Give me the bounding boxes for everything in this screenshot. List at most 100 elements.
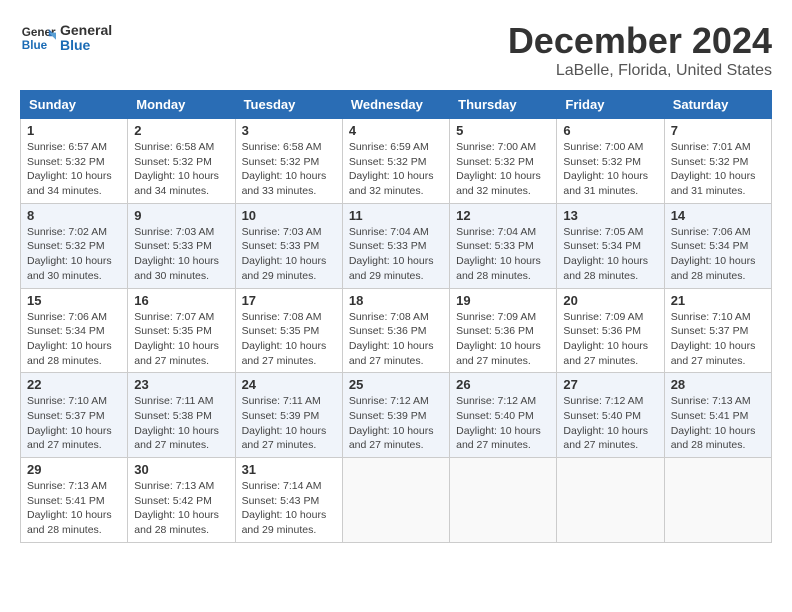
day-number: 13 <box>563 208 657 223</box>
calendar-cell: 29 Sunrise: 7:13 AMSunset: 5:41 PMDayligh… <box>21 458 128 543</box>
day-number: 10 <box>242 208 336 223</box>
calendar-cell: 7 Sunrise: 7:01 AMSunset: 5:32 PMDaylight… <box>664 119 771 204</box>
calendar-cell: 24 Sunrise: 7:11 AMSunset: 5:39 PMDayligh… <box>235 373 342 458</box>
location-title: LaBelle, Florida, United States <box>508 62 772 80</box>
day-info: Sunrise: 7:08 AMSunset: 5:36 PMDaylight:… <box>349 310 443 369</box>
day-info: Sunrise: 7:09 AMSunset: 5:36 PMDaylight:… <box>563 310 657 369</box>
calendar-cell: 9 Sunrise: 7:03 AMSunset: 5:33 PMDaylight… <box>128 203 235 288</box>
svg-text:Blue: Blue <box>22 39 48 52</box>
logo-line2: Blue <box>60 38 112 53</box>
day-number: 16 <box>134 293 228 308</box>
day-number: 31 <box>242 462 336 477</box>
day-number: 8 <box>27 208 121 223</box>
day-info: Sunrise: 7:00 AMSunset: 5:32 PMDaylight:… <box>456 140 550 199</box>
day-number: 20 <box>563 293 657 308</box>
calendar-cell: 3 Sunrise: 6:58 AMSunset: 5:32 PMDaylight… <box>235 119 342 204</box>
day-header-wednesday: Wednesday <box>342 91 449 119</box>
calendar-cell: 1Sunrise: 6:57 AMSunset: 5:32 PMDaylight… <box>21 119 128 204</box>
day-number: 29 <box>27 462 121 477</box>
day-info: Sunrise: 7:10 AMSunset: 5:37 PMDaylight:… <box>671 310 765 369</box>
day-number: 24 <box>242 377 336 392</box>
calendar-cell: 2Sunrise: 6:58 AMSunset: 5:32 PMDaylight… <box>128 119 235 204</box>
header: General Blue General Blue December 2024 … <box>20 20 772 80</box>
day-info: Sunrise: 7:14 AMSunset: 5:43 PMDaylight:… <box>242 479 336 538</box>
day-info: Sunrise: 7:04 AMSunset: 5:33 PMDaylight:… <box>349 225 443 284</box>
title-area: December 2024 LaBelle, Florida, United S… <box>508 20 772 80</box>
calendar-cell: 26 Sunrise: 7:12 AMSunset: 5:40 PMDayligh… <box>450 373 557 458</box>
calendar-cell <box>557 458 664 543</box>
calendar-cell: 31 Sunrise: 7:14 AMSunset: 5:43 PMDayligh… <box>235 458 342 543</box>
day-info: Sunrise: 7:10 AMSunset: 5:37 PMDaylight:… <box>27 394 121 453</box>
day-number: 7 <box>671 123 765 138</box>
day-info: Sunrise: 7:12 AMSunset: 5:40 PMDaylight:… <box>563 394 657 453</box>
day-info: Sunrise: 6:58 AMSunset: 5:32 PMDaylight:… <box>242 140 336 199</box>
day-header-tuesday: Tuesday <box>235 91 342 119</box>
calendar-cell: 16 Sunrise: 7:07 AMSunset: 5:35 PMDayligh… <box>128 288 235 373</box>
day-info: Sunrise: 7:05 AMSunset: 5:34 PMDaylight:… <box>563 225 657 284</box>
day-number: 11 <box>349 208 443 223</box>
calendar-cell: 6 Sunrise: 7:00 AMSunset: 5:32 PMDaylight… <box>557 119 664 204</box>
calendar-cell: 11 Sunrise: 7:04 AMSunset: 5:33 PMDayligh… <box>342 203 449 288</box>
day-info: Sunrise: 7:06 AMSunset: 5:34 PMDaylight:… <box>27 310 121 369</box>
calendar-cell: 21 Sunrise: 7:10 AMSunset: 5:37 PMDayligh… <box>664 288 771 373</box>
day-info: Sunrise: 7:13 AMSunset: 5:41 PMDaylight:… <box>671 394 765 453</box>
day-number: 18 <box>349 293 443 308</box>
day-number: 28 <box>671 377 765 392</box>
day-number: 19 <box>456 293 550 308</box>
day-number: 6 <box>563 123 657 138</box>
day-number: 15 <box>27 293 121 308</box>
calendar-cell <box>450 458 557 543</box>
day-header-saturday: Saturday <box>664 91 771 119</box>
day-info: Sunrise: 7:01 AMSunset: 5:32 PMDaylight:… <box>671 140 765 199</box>
day-number: 9 <box>134 208 228 223</box>
day-header-thursday: Thursday <box>450 91 557 119</box>
calendar-cell: 27Sunrise: 7:12 AMSunset: 5:40 PMDayligh… <box>557 373 664 458</box>
calendar-cell: 4 Sunrise: 6:59 AMSunset: 5:32 PMDaylight… <box>342 119 449 204</box>
day-info: Sunrise: 7:07 AMSunset: 5:35 PMDaylight:… <box>134 310 228 369</box>
calendar-cell: 5 Sunrise: 7:00 AMSunset: 5:32 PMDaylight… <box>450 119 557 204</box>
day-info: Sunrise: 7:13 AMSunset: 5:41 PMDaylight:… <box>27 479 121 538</box>
day-info: Sunrise: 7:11 AMSunset: 5:39 PMDaylight:… <box>242 394 336 453</box>
day-header-friday: Friday <box>557 91 664 119</box>
day-number: 26 <box>456 377 550 392</box>
day-info: Sunrise: 7:02 AMSunset: 5:32 PMDaylight:… <box>27 225 121 284</box>
calendar-cell: 23Sunrise: 7:11 AMSunset: 5:38 PMDayligh… <box>128 373 235 458</box>
day-info: Sunrise: 7:09 AMSunset: 5:36 PMDaylight:… <box>456 310 550 369</box>
calendar-table: SundayMondayTuesdayWednesdayThursdayFrid… <box>20 90 772 543</box>
calendar-cell: 15 Sunrise: 7:06 AMSunset: 5:34 PMDayligh… <box>21 288 128 373</box>
calendar-cell: 20 Sunrise: 7:09 AMSunset: 5:36 PMDayligh… <box>557 288 664 373</box>
day-number: 4 <box>349 123 443 138</box>
calendar-cell: 17Sunrise: 7:08 AMSunset: 5:35 PMDayligh… <box>235 288 342 373</box>
calendar-cell: 8 Sunrise: 7:02 AMSunset: 5:32 PMDaylight… <box>21 203 128 288</box>
day-number: 22 <box>27 377 121 392</box>
day-number: 21 <box>671 293 765 308</box>
day-header-sunday: Sunday <box>21 91 128 119</box>
day-number: 3 <box>242 123 336 138</box>
day-number: 1 <box>27 123 121 138</box>
calendar-cell <box>664 458 771 543</box>
calendar-cell: 22 Sunrise: 7:10 AMSunset: 5:37 PMDayligh… <box>21 373 128 458</box>
day-info: Sunrise: 6:59 AMSunset: 5:32 PMDaylight:… <box>349 140 443 199</box>
day-info: Sunrise: 7:03 AMSunset: 5:33 PMDaylight:… <box>134 225 228 284</box>
day-header-monday: Monday <box>128 91 235 119</box>
day-number: 30 <box>134 462 228 477</box>
day-number: 12 <box>456 208 550 223</box>
calendar-cell <box>342 458 449 543</box>
day-info: Sunrise: 7:00 AMSunset: 5:32 PMDaylight:… <box>563 140 657 199</box>
day-number: 5 <box>456 123 550 138</box>
day-number: 14 <box>671 208 765 223</box>
day-info: Sunrise: 7:04 AMSunset: 5:33 PMDaylight:… <box>456 225 550 284</box>
day-info: Sunrise: 7:03 AMSunset: 5:33 PMDaylight:… <box>242 225 336 284</box>
day-number: 17 <box>242 293 336 308</box>
day-info: Sunrise: 7:06 AMSunset: 5:34 PMDaylight:… <box>671 225 765 284</box>
calendar-cell: 13 Sunrise: 7:05 AMSunset: 5:34 PMDayligh… <box>557 203 664 288</box>
calendar-cell: 25 Sunrise: 7:12 AMSunset: 5:39 PMDayligh… <box>342 373 449 458</box>
calendar-cell: 28 Sunrise: 7:13 AMSunset: 5:41 PMDayligh… <box>664 373 771 458</box>
day-number: 25 <box>349 377 443 392</box>
day-info: Sunrise: 7:13 AMSunset: 5:42 PMDaylight:… <box>134 479 228 538</box>
calendar-cell: 12 Sunrise: 7:04 AMSunset: 5:33 PMDayligh… <box>450 203 557 288</box>
logo: General Blue General Blue <box>20 20 112 56</box>
calendar-cell: 14 Sunrise: 7:06 AMSunset: 5:34 PMDayligh… <box>664 203 771 288</box>
day-info: Sunrise: 7:12 AMSunset: 5:40 PMDaylight:… <box>456 394 550 453</box>
day-info: Sunrise: 7:12 AMSunset: 5:39 PMDaylight:… <box>349 394 443 453</box>
